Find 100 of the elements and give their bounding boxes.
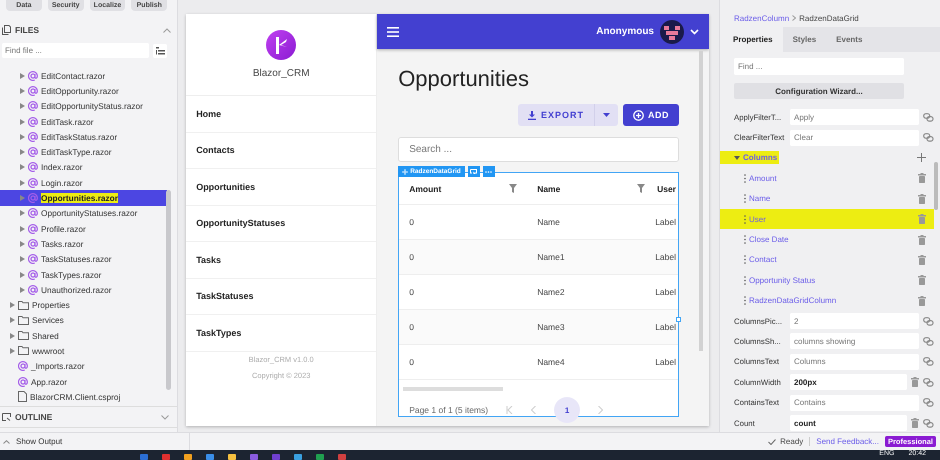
file-tree-item[interactable]: OpportunityStatuses.razor [0,206,168,221]
expand-arrow-icon[interactable] [20,286,25,293]
configuration-wizard-button[interactable]: Configuration Wizard... [734,83,904,99]
file-tree-item[interactable]: Opportunities.razor [0,190,168,206]
property-field[interactable]: 2 [790,313,919,330]
property-field[interactable]: columns showing [790,333,919,350]
nav-item[interactable]: Home [186,96,376,132]
file-tree-item[interactable]: TaskTypes.razor [0,266,168,282]
property-field[interactable]: Clear [790,130,919,146]
expand-arrow-icon[interactable] [20,256,25,262]
file-tree-item[interactable]: EditTaskType.razor [0,144,168,160]
expand-arrow-icon[interactable] [20,88,25,94]
trash-icon[interactable] [918,194,926,204]
column-item[interactable]: Contact [734,250,934,270]
resize-handle[interactable] [676,317,681,322]
chevron-down-icon[interactable] [690,28,699,34]
expand-arrow-icon[interactable] [20,226,25,232]
file-tree-item[interactable]: _Imports.razor [0,358,168,374]
page-button[interactable]: 1 [554,397,580,423]
add-button[interactable]: ADD [623,104,679,126]
nav-item[interactable]: Tasks [186,242,376,278]
column-header[interactable]: Amount [399,184,528,194]
trash-icon[interactable] [918,214,926,224]
link-icon[interactable] [923,133,934,142]
drag-handle-icon[interactable] [744,276,746,285]
file-tree-item[interactable]: wwwroot [0,343,168,359]
link-icon[interactable] [923,418,934,428]
trash-icon[interactable] [918,275,926,286]
property-field[interactable]: Columns [790,354,919,370]
expand-arrow-icon[interactable] [20,72,25,79]
expand-arrow-icon[interactable] [20,210,25,216]
breadcrumb-item[interactable]: RadzenColumn [734,14,790,22]
property-field[interactable]: 200px [790,374,907,390]
drag-handle-icon[interactable] [744,296,746,306]
file-tree-item[interactable]: EditOpportunity.razor [0,83,168,99]
select-parent-button[interactable] [468,166,480,177]
scrollbar[interactable] [934,162,938,210]
nav-item[interactable]: OpportunityStatuses [186,206,376,242]
drag-handle-icon[interactable] [744,235,746,244]
previous-page-icon[interactable] [531,406,536,414]
search-field[interactable]: Search ... [398,137,679,162]
expand-arrow-icon[interactable] [10,332,15,339]
next-page-icon[interactable] [598,406,604,414]
expand-arrow-icon[interactable] [10,348,15,354]
file-tree-item[interactable]: BlazorCRM.Client.csproj [0,389,168,405]
scrollbar[interactable] [403,387,504,391]
expand-arrow-icon[interactable] [20,272,25,278]
trash-icon[interactable] [918,296,926,306]
property-field[interactable]: Contains [790,394,919,411]
chevron-icon[interactable] [163,28,172,32]
export-button[interactable]: EXPORT [518,104,594,126]
file-tree-item[interactable]: Tasks.razor [0,236,168,252]
column-header[interactable]: Name [527,184,656,194]
link-icon[interactable] [923,398,934,408]
expand-arrow-icon[interactable] [20,134,25,140]
expand-arrow-icon[interactable] [20,195,25,202]
nav-item[interactable]: Opportunities [186,169,376,206]
filter-icon[interactable] [637,184,646,193]
tab[interactable]: Styles [782,27,826,52]
column-item[interactable]: User [720,208,934,230]
first-page-icon[interactable] [506,406,514,414]
drag-handle-icon[interactable] [744,174,746,183]
file-tree-item[interactable]: EditContact.razor [0,68,168,84]
file-tree-item[interactable]: EditOpportunityStatus.razor [0,98,168,114]
filter-icon[interactable] [509,184,518,193]
more-button[interactable] [482,166,495,177]
plus-icon[interactable] [917,153,926,162]
drag-handle-icon[interactable] [744,214,746,224]
trash-icon[interactable] [911,377,919,388]
property-field[interactable]: Apply [790,109,919,126]
nav-item[interactable]: TaskTypes [186,315,376,352]
user-name[interactable]: Anonymous [596,26,654,37]
nav-item[interactable]: Contacts [186,132,376,169]
expand-arrow-icon[interactable] [10,302,15,308]
file-tree-item[interactable]: Unauthorized.razor [0,282,168,298]
file-tree-item[interactable]: EditTaskStatus.razor [0,129,168,144]
trash-icon[interactable] [918,254,926,265]
link-icon[interactable] [923,112,934,122]
expand-arrow-icon[interactable] [20,118,25,125]
column-item[interactable]: Name [734,188,934,209]
property-field[interactable]: count [790,415,907,432]
tab[interactable]: Properties [723,27,783,52]
collection-header[interactable]: Columns [720,151,780,164]
column-item[interactable]: Opportunity Status [734,270,934,291]
trash-icon[interactable] [918,234,926,245]
file-tree-item[interactable]: Services [0,312,168,328]
scrollbar[interactable] [699,51,703,351]
file-tree-item[interactable]: Shared [0,328,168,344]
file-tree-item[interactable]: Index.razor [0,160,168,176]
nav-item[interactable]: TaskStatuses [186,278,376,315]
tab[interactable]: Events [826,27,872,52]
link-icon[interactable] [923,336,934,346]
chevron-icon[interactable] [161,414,170,420]
column-item[interactable]: Amount [734,168,934,189]
expand-arrow-icon[interactable] [20,180,25,186]
drag-handle-icon[interactable] [744,194,746,204]
expand-arrow-icon[interactable] [20,164,25,170]
link-icon[interactable] [923,316,934,326]
file-tree-item[interactable]: App.razor [0,374,168,390]
trash-icon[interactable] [918,173,926,184]
